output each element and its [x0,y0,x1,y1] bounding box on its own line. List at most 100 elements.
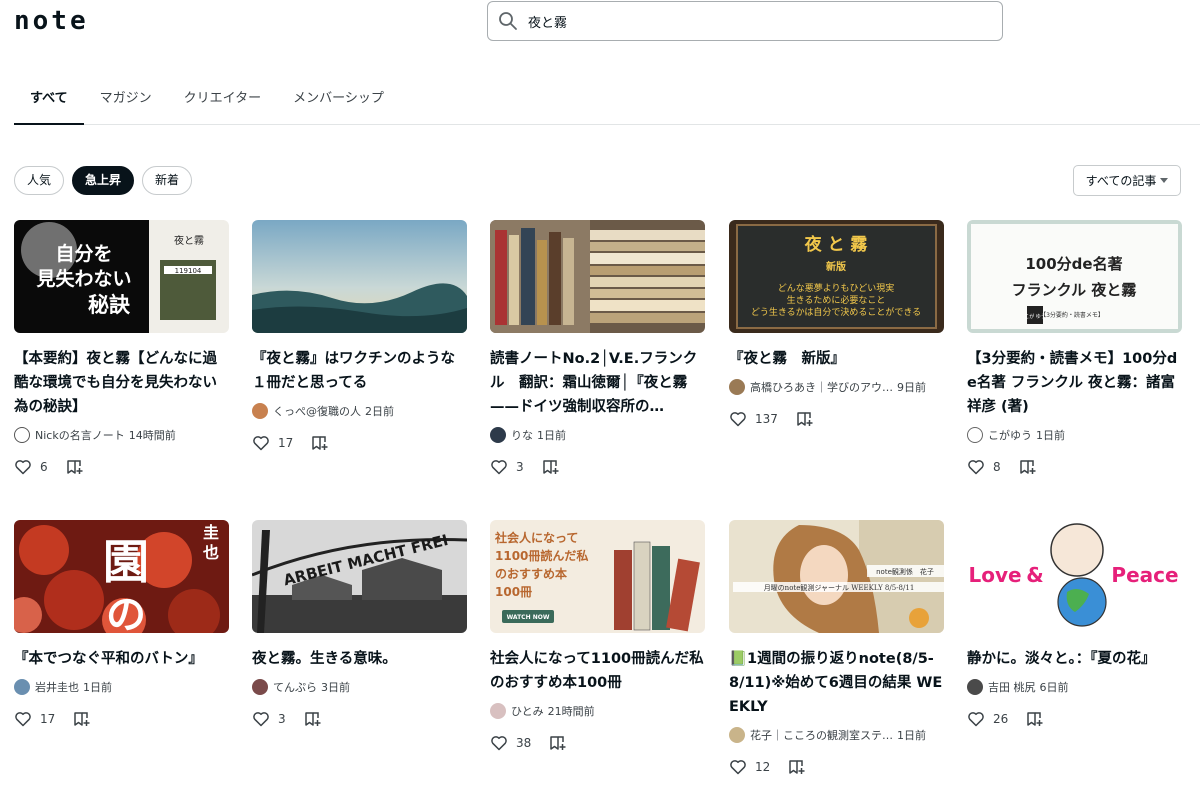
heart-icon[interactable] [14,458,32,476]
add-to-magazine-icon[interactable] [788,758,806,776]
article-thumbnail[interactable] [490,220,705,333]
article-thumbnail[interactable]: 100分de名著 フランクル 夜と霧 こが ゆう 【3分要約・読書メモ】 [967,220,1182,333]
add-to-magazine-icon[interactable] [304,710,322,728]
thumb-line-3: Peace [1111,563,1178,587]
creator-avatar[interactable] [490,427,506,443]
creator-name[interactable]: 高橋ひろあき｜学びのアウ… [750,379,893,395]
article-card[interactable]: 自分を 見失わない 秘訣 夜と霧 119104 【本要約】夜と霧【どんなに過酷な… [14,220,229,477]
creator-avatar[interactable] [14,427,30,443]
article-title[interactable]: 『夜と霧』はワクチンのような１冊だと思ってる [252,347,467,395]
article-thumbnail[interactable]: Love & Peace [967,520,1182,633]
article-thumbnail[interactable] [252,220,467,333]
article-title[interactable]: 【3分要約・読書メモ】100分de名著 フランクル 夜と霧：諸富祥彦 (著) [967,347,1182,419]
creator-name[interactable]: 岩井圭也 [35,679,79,695]
thumbnail-image: 100分de名著 フランクル 夜と霧 こが ゆう 【3分要約・読書メモ】 [967,220,1182,333]
heart-icon[interactable] [729,758,747,776]
article-title[interactable]: 『夜と霧 新版』 [729,347,944,371]
creator-name[interactable]: てんぷら [273,679,317,695]
like-count: 6 [40,460,48,474]
heart-icon[interactable] [14,710,32,728]
article-title[interactable]: 読書ノートNo.2│V.E.フランクル 翻訳：霜山徳爾│『夜と霧——ドイツ強制収… [490,347,705,419]
article-thumbnail[interactable]: 自分を 見失わない 秘訣 夜と霧 119104 [14,220,229,333]
heart-icon[interactable] [967,710,985,728]
creator-name[interactable]: 花子｜こころの観測室ステ… [750,727,893,743]
like-count: 17 [278,436,294,450]
thumbnail-image: 社会人になって 1100冊読んだ私 のおすすめ本 100冊 WATCH NOW [490,520,705,633]
article-title[interactable]: 社会人になって1100冊読んだ私のおすすめ本100冊 [490,647,705,695]
article-actions: 6 [14,457,229,477]
sort-filters: 人気 急上昇 新着 [14,166,193,195]
tab-magazine[interactable]: マガジン [84,78,168,124]
creator-name[interactable]: Nickの名言ノート [35,427,125,443]
creator-avatar[interactable] [729,379,745,395]
heart-icon[interactable] [967,458,985,476]
article-meta: Nickの名言ノート 14時間前 [14,425,229,445]
search-box[interactable] [487,1,1003,41]
add-to-magazine-icon[interactable] [542,458,560,476]
heart-icon[interactable] [490,458,508,476]
creator-name[interactable]: 吉田 桃尻 [988,679,1036,695]
article-thumbnail[interactable]: 園 の 圭 也 [14,520,229,633]
creator-name[interactable]: ひとみ [511,703,544,719]
thumb-line-2: 月曜のnote観測ジャーナル WEEKLY 8/5-8/11 [764,583,915,592]
heart-icon[interactable] [252,710,270,728]
article-card[interactable]: 読書ノートNo.2│V.E.フランクル 翻訳：霜山徳爾│『夜と霧——ドイツ強制収… [490,220,705,477]
heart-icon[interactable] [490,734,508,752]
creator-avatar[interactable] [252,403,268,419]
post-time: 1日前 [537,429,566,442]
caret-down-icon [1160,178,1169,183]
like-count: 26 [993,712,1009,726]
search-input[interactable] [528,13,968,29]
add-to-magazine-icon[interactable] [66,458,84,476]
article-thumbnail[interactable]: note観測係 花子 月曜のnote観測ジャーナル WEEKLY 8/5-8/1… [729,520,944,633]
creator-name[interactable]: こがゆう [988,427,1032,443]
add-to-magazine-icon[interactable] [1019,458,1037,476]
heart-icon[interactable] [729,410,747,428]
article-card[interactable]: 園 の 圭 也 『本でつなぐ平和のバトン』 岩井圭也 1日前 17 [14,520,229,729]
article-card[interactable]: 100分de名著 フランクル 夜と霧 こが ゆう 【3分要約・読書メモ】 【3分… [967,220,1182,477]
heart-icon[interactable] [252,434,270,452]
article-thumbnail[interactable]: 社会人になって 1100冊読んだ私 のおすすめ本 100冊 WATCH NOW [490,520,705,633]
article-title[interactable]: 【本要約】夜と霧【どんなに過酷な環境でも自分を見失わない為の秘訣】 [14,347,229,419]
creator-avatar[interactable] [729,727,745,743]
article-type-dropdown[interactable]: すべての記事 [1073,165,1181,196]
article-card[interactable]: 社会人になって 1100冊読んだ私 のおすすめ本 100冊 WATCH NOW … [490,520,705,753]
creator-avatar[interactable] [490,703,506,719]
article-card[interactable]: note観測係 花子 月曜のnote観測ジャーナル WEEKLY 8/5-8/1… [729,520,944,777]
post-time: 1日前 [1036,429,1065,442]
post-time: 2日前 [365,405,394,418]
filter-trending[interactable]: 急上昇 [72,166,135,195]
article-card[interactable]: Love & Peace 静かに。淡々と。：『夏の花』 吉田 桃尻 6日前 26 [967,520,1182,729]
creator-name[interactable]: くっぺ@復職の人 [273,403,361,419]
add-to-magazine-icon[interactable] [73,710,91,728]
article-card[interactable]: 夜 と 霧 新版 どんな悪夢よりもひどい現実 生きるために必要なこと どう生きる… [729,220,944,429]
creator-avatar[interactable] [967,427,983,443]
article-title[interactable]: 『本でつなぐ平和のバトン』 [14,647,229,671]
creator-name[interactable]: りな [511,427,533,443]
add-to-magazine-icon[interactable] [1026,710,1044,728]
article-card[interactable]: ARBEIT MACHT FREI 夜と霧。生きる意味。 てんぷら 3日前 3 [252,520,467,729]
add-to-magazine-icon[interactable] [311,434,329,452]
like-count: 17 [40,712,56,726]
thumbnail-image: ARBEIT MACHT FREI [252,520,467,633]
article-meta: りな 1日前 [490,425,705,445]
tab-creator[interactable]: クリエイター [168,78,277,124]
article-card[interactable]: 『夜と霧』はワクチンのような１冊だと思ってる くっぺ@復職の人 2日前 17 [252,220,467,453]
article-thumbnail[interactable]: 夜 と 霧 新版 どんな悪夢よりもひどい現実 生きるために必要なこと どう生きる… [729,220,944,333]
article-title[interactable]: 📗1週間の振り返りnote(8/5-8/11)※始めて6週目の結果 WEEKLY [729,647,944,719]
add-to-magazine-icon[interactable] [549,734,567,752]
article-title[interactable]: 夜と霧。生きる意味。 [252,647,467,671]
filter-new[interactable]: 新着 [142,166,193,195]
article-title[interactable]: 静かに。淡々と。：『夏の花』 [967,647,1182,671]
article-actions: 17 [14,709,229,729]
creator-avatar[interactable] [252,679,268,695]
tab-all[interactable]: すべて [14,78,84,125]
filter-popular[interactable]: 人気 [14,166,65,195]
creator-avatar[interactable] [967,679,983,695]
creator-avatar[interactable] [14,679,30,695]
add-to-magazine-icon[interactable] [796,410,814,428]
article-thumbnail[interactable]: ARBEIT MACHT FREI [252,520,467,633]
thumb-line-1: 100分de名著 [1025,255,1122,273]
tab-membership[interactable]: メンバーシップ [277,78,400,124]
note-logo[interactable]: note [14,6,89,36]
